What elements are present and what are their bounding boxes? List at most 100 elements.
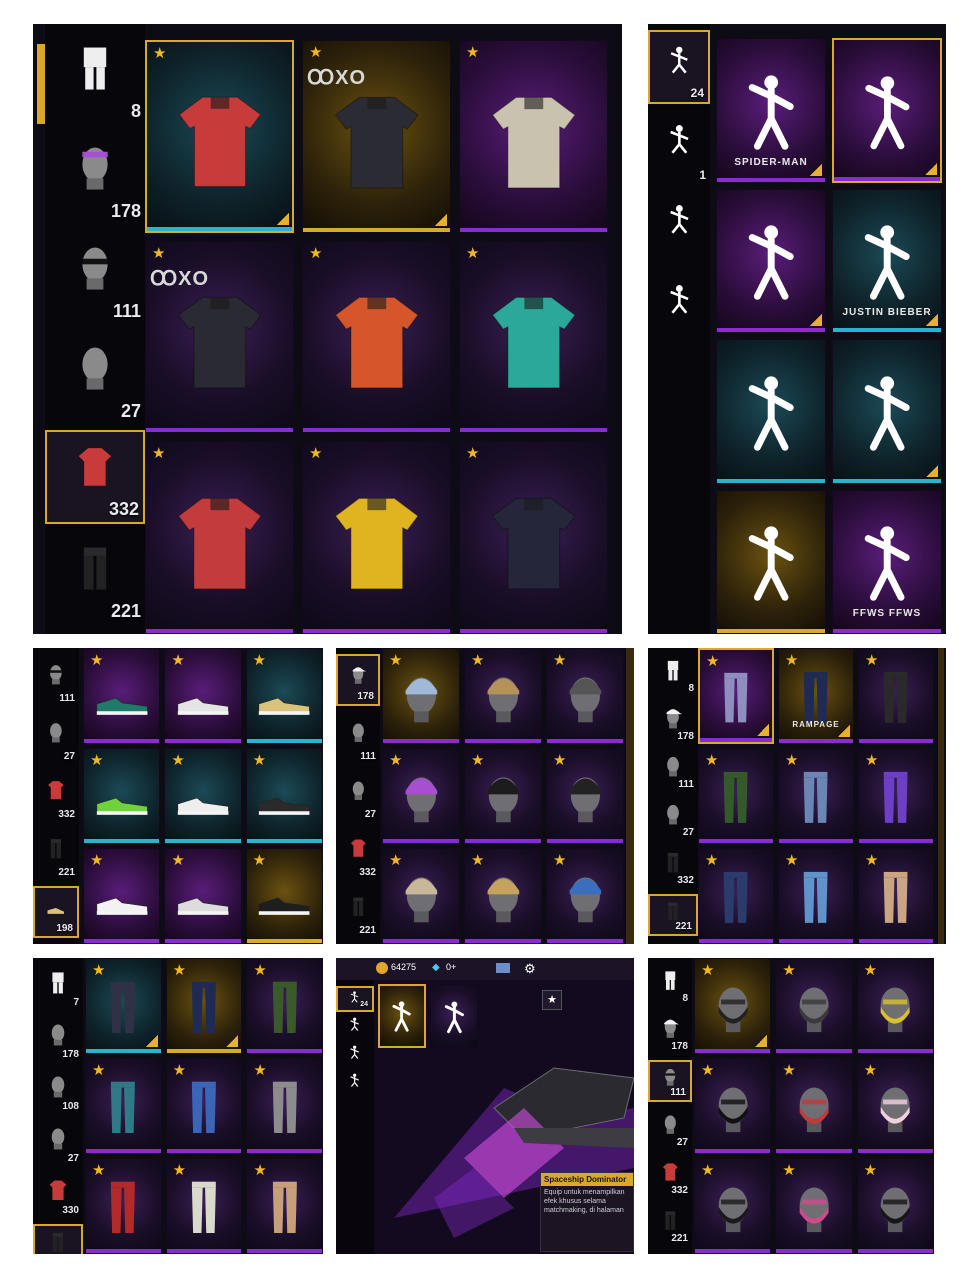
item-spaceship-emote[interactable] xyxy=(378,984,426,1048)
item-white-high-tops[interactable]: ★ xyxy=(164,748,242,844)
item-shark-shirt[interactable]: ★ xyxy=(145,40,294,233)
sidebar-item-head[interactable]: 111 xyxy=(336,712,380,764)
item-ski-mask[interactable]: ★ xyxy=(694,1158,772,1254)
item-black-converse[interactable]: ★ xyxy=(245,748,323,844)
item-black-bandana[interactable]: ★ xyxy=(546,748,624,844)
item-pink-goggles[interactable]: ★ xyxy=(775,1158,853,1254)
item-green-sandals[interactable]: ★ xyxy=(83,648,161,744)
sidebar-item-outfit[interactable]: 8 xyxy=(648,964,692,1006)
item-flag-shorts[interactable]: ★ xyxy=(165,1058,243,1154)
item-purple-briefs[interactable]: ★ xyxy=(858,748,934,844)
item-black-hair[interactable]: ★ xyxy=(464,748,542,844)
item-logo-hoodie[interactable]: ★ ꝎXO xyxy=(145,240,294,434)
sidebar-item-emote[interactable] xyxy=(648,190,710,264)
sidebar-item-headband[interactable]: 178 xyxy=(45,130,145,224)
sidebar-item-sunglasses-head[interactable]: 111 xyxy=(648,1060,692,1102)
item-gray-cap[interactable]: ★ xyxy=(546,648,624,744)
item-conical-hat[interactable]: ★ xyxy=(464,848,542,944)
item-blonde-hair[interactable]: ★ xyxy=(382,848,460,944)
item-black-visor[interactable]: ★ xyxy=(856,1158,934,1254)
sidebar-item-mask-head[interactable]: 27 xyxy=(648,798,698,840)
sidebar-item-mask-head[interactable]: 27 xyxy=(45,330,145,424)
item-gas-mask[interactable]: ★ xyxy=(775,958,853,1054)
sidebar-item-balaclava[interactable]: 108 xyxy=(33,1068,83,1114)
item-kick-emote[interactable] xyxy=(716,188,826,333)
sidebar-item-head[interactable]: 111 xyxy=(648,750,698,792)
sidebar-item-shorts[interactable]: 332 xyxy=(648,846,698,888)
item-orange-jacket[interactable]: ★ xyxy=(302,240,451,434)
item-plaid-vest[interactable]: ★ xyxy=(145,441,294,634)
mail-icon[interactable] xyxy=(496,963,510,973)
item-teal-jacket[interactable]: ★ xyxy=(459,240,608,434)
item-flame-pants[interactable]: ★ xyxy=(85,1158,162,1254)
sidebar-item-mask-head[interactable]: 27 xyxy=(336,770,380,822)
item-blue-hair[interactable]: ★ xyxy=(382,648,460,744)
sidebar-item-victory[interactable] xyxy=(648,270,710,344)
item-white-baggy-pants[interactable]: ★ xyxy=(165,1158,243,1254)
sidebar-item-bald-head[interactable]: 27 xyxy=(33,1120,83,1166)
sidebar-item-pants[interactable] xyxy=(33,1224,83,1254)
sidebar-item-mask-head[interactable]: 27 xyxy=(648,1108,692,1150)
sidebar-item-outfit[interactable]: 8 xyxy=(45,30,145,124)
sidebar-item-pants[interactable]: 221 xyxy=(336,886,380,938)
sidebar-item-pose[interactable]: 24 xyxy=(336,986,374,1012)
item-sunglasses[interactable]: ★ xyxy=(694,1058,772,1154)
item-ffws-emote[interactable]: FFWS FFWS xyxy=(832,489,942,634)
item-arms-up-emote[interactable] xyxy=(716,339,826,484)
item-camo-pants[interactable]: ★ xyxy=(858,648,934,744)
item-red-white-sneakers[interactable]: ★ xyxy=(83,848,161,944)
item-pleated-skirt[interactable]: ★ xyxy=(698,648,774,744)
sidebar-item-emote[interactable] xyxy=(336,1042,374,1068)
item-floral-pants[interactable]: ★ xyxy=(698,848,774,944)
item-white-trench-coat[interactable]: ★ xyxy=(459,40,608,233)
item-neon-runners[interactable]: ★ xyxy=(83,748,161,844)
item-straw-hat[interactable]: ★ xyxy=(464,648,542,744)
sidebar-item-action[interactable]: 1 xyxy=(648,110,710,184)
star-button[interactable]: ★ xyxy=(542,990,562,1010)
item-logo-coat[interactable]: ★ ꝎXO xyxy=(302,40,451,233)
item-tan-cargo[interactable]: ★ xyxy=(246,1158,323,1254)
sidebar-item-pants[interactable]: 221 xyxy=(648,1204,692,1246)
settings-icon[interactable]: ⚙ xyxy=(524,961,536,977)
item-khaki-shorts[interactable]: ★ xyxy=(858,848,934,944)
sidebar-item-pants[interactable]: 221 xyxy=(45,530,145,624)
item-ripped-jeans[interactable]: ★ xyxy=(778,748,854,844)
item-purple-headband[interactable]: ★ xyxy=(382,748,460,844)
sidebar-item-victory[interactable] xyxy=(336,1070,374,1096)
sidebar-item-mask-head[interactable]: 27 xyxy=(33,712,79,764)
item-robot-helmet[interactable]: ★ xyxy=(775,1058,853,1154)
item-justin-bieber-emote[interactable]: JUSTIN BIEBER xyxy=(832,188,942,333)
sidebar-item-top-shirt[interactable]: 332 xyxy=(45,430,145,524)
sidebar-item-shorts[interactable]: 221 xyxy=(33,828,79,880)
scrollbar[interactable] xyxy=(626,648,634,944)
item-bunny-mask[interactable]: ★ xyxy=(856,1058,934,1154)
item-yellow-helmet[interactable]: ★ xyxy=(856,958,934,1054)
item-spider-man-emote[interactable]: SPIDER-MAN xyxy=(716,38,826,183)
item-gold-dance-emote[interactable] xyxy=(716,489,826,634)
sidebar-item-action[interactable] xyxy=(336,1014,374,1040)
item-silver-sneakers[interactable]: ★ xyxy=(164,848,242,944)
sidebar-item-cap[interactable]: 178 xyxy=(648,702,698,744)
item-white-sneakers[interactable]: ★ xyxy=(164,648,242,744)
item-sio-tank-top[interactable]: ★ xyxy=(302,441,451,634)
item-rampage-pants[interactable]: ★ RAMPAGE xyxy=(778,648,854,744)
item-teal-jeans[interactable]: ★ xyxy=(85,1058,162,1154)
item-black-boots[interactable]: ★ xyxy=(245,848,323,944)
sidebar-item-outfit[interactable]: 8 xyxy=(648,654,698,696)
sidebar-item-jersey[interactable]: 332 xyxy=(33,770,79,822)
item-salute-emote[interactable] xyxy=(832,339,942,484)
sidebar-item-sunglasses-head[interactable]: 111 xyxy=(33,654,79,706)
item-varsity-vest[interactable]: ★ xyxy=(459,441,608,634)
sidebar-item-hat-head[interactable]: 178 xyxy=(336,654,380,706)
item-dance-emote[interactable] xyxy=(832,38,942,183)
item-gold-sandals[interactable]: ★ xyxy=(245,648,323,744)
sidebar-item-sunglasses-head[interactable]: 111 xyxy=(45,230,145,324)
sidebar-item-jacket[interactable]: 332 xyxy=(648,1156,692,1198)
item-green-tech-pants[interactable]: ★ xyxy=(698,748,774,844)
item-blue-hood[interactable]: ★ xyxy=(546,848,624,944)
item-logo-pants[interactable]: ★ xyxy=(165,958,243,1054)
sidebar-item-outfit[interactable]: 7 xyxy=(33,964,83,1010)
item-slide-emote[interactable] xyxy=(430,984,478,1048)
sidebar-item-tank-top[interactable]: 330 xyxy=(33,1172,83,1218)
sidebar-item-jacket[interactable]: 332 xyxy=(336,828,380,880)
